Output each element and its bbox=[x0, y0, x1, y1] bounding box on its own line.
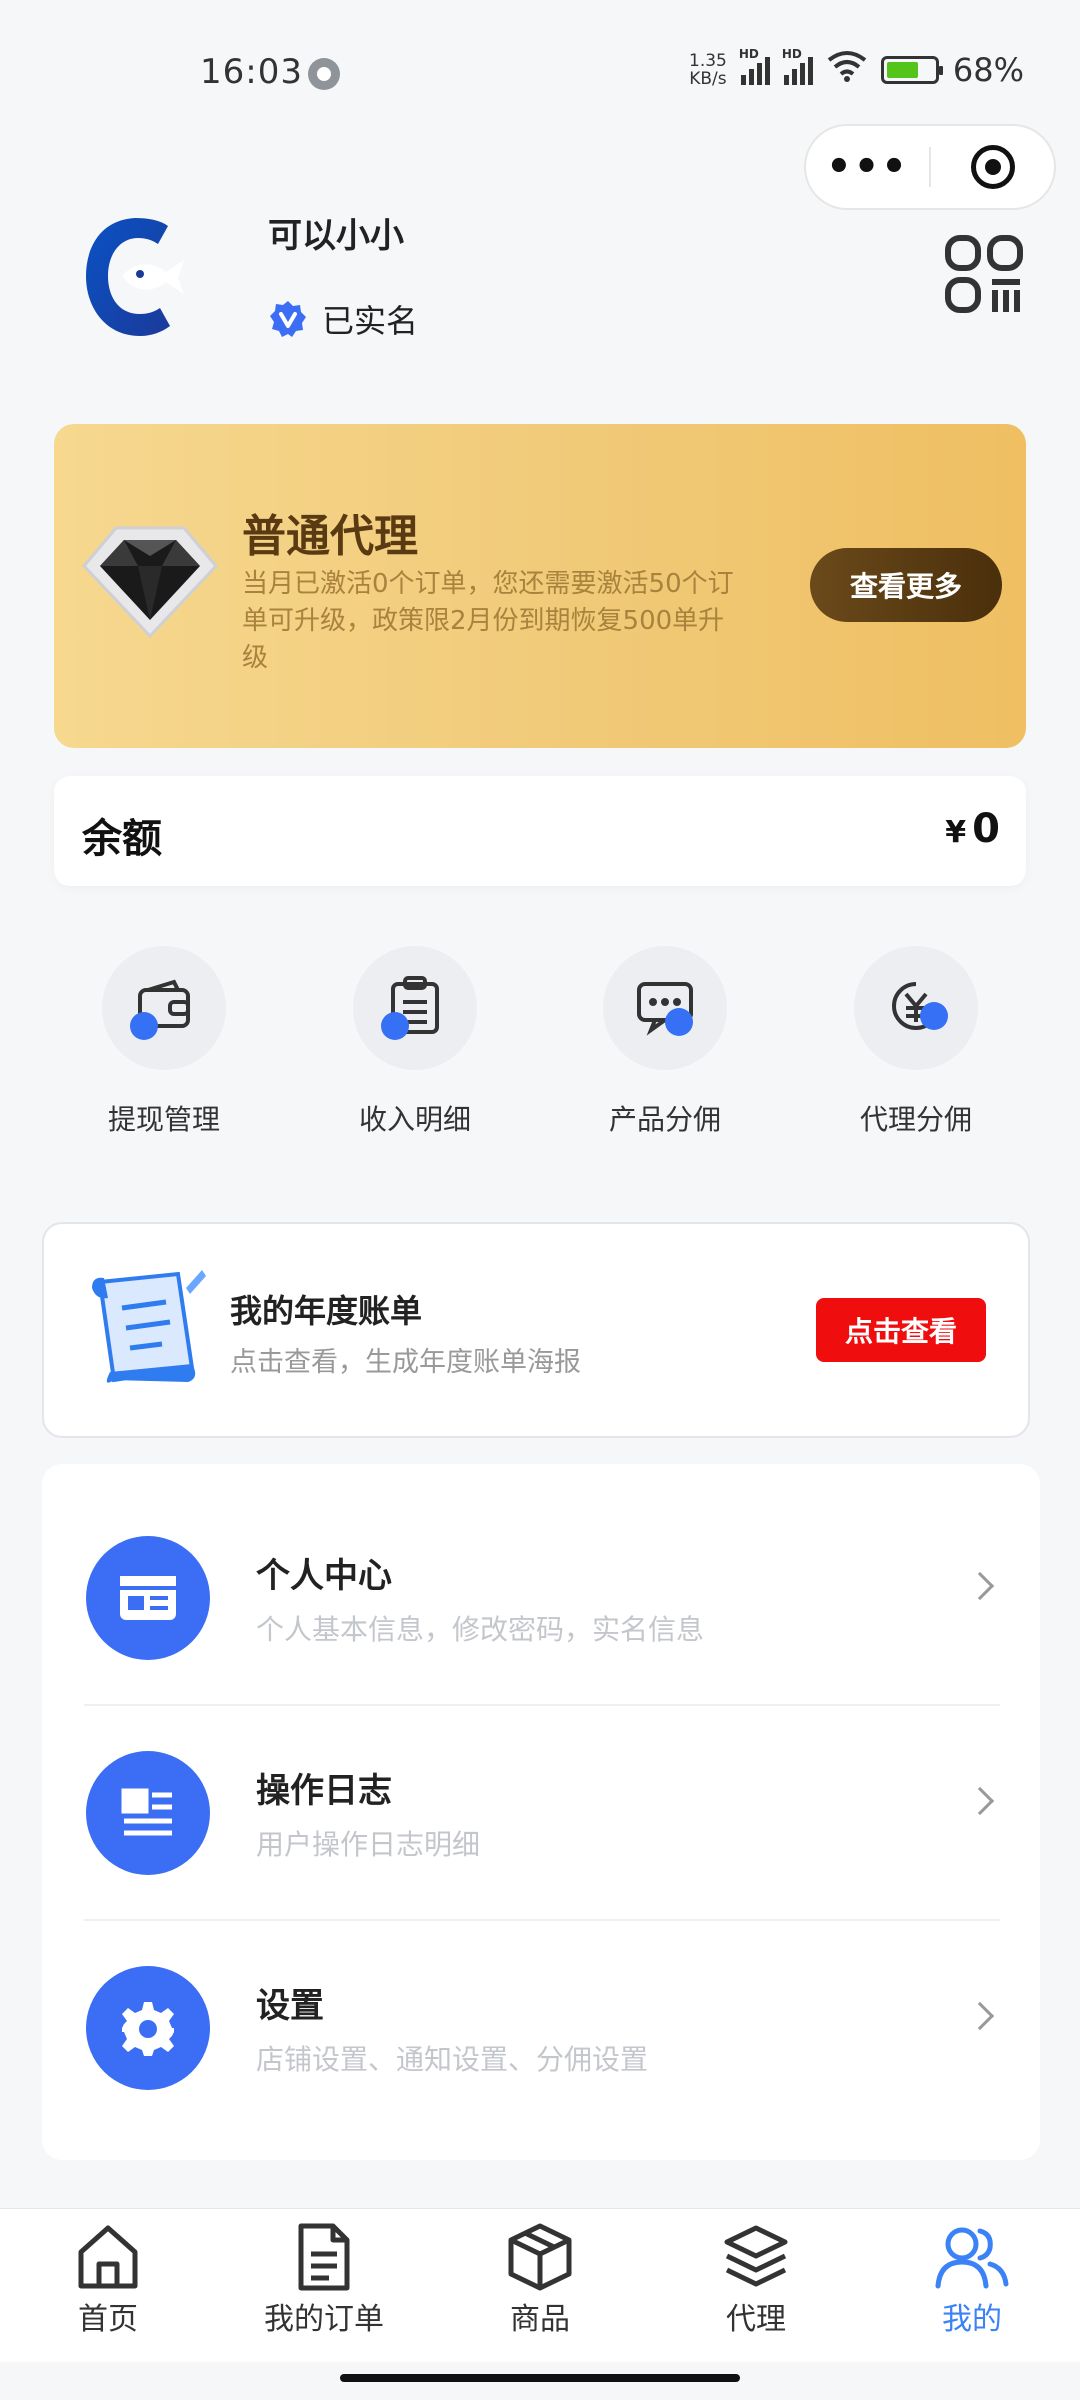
annual-bill-subtitle: 点击查看，生成年度账单海报 bbox=[230, 1347, 581, 1378]
menu-item-settings[interactable]: 设置 店铺设置、通知设置、分佣设置 bbox=[42, 1896, 1040, 2110]
quick-action-product-commission[interactable]: 产品分佣 bbox=[555, 946, 775, 1138]
log-icon bbox=[121, 1788, 172, 1836]
agent-level-description: 当月已激活0个订单，您还需要激活50个订单可升级，政策限2月份到期恢复500单升… bbox=[242, 569, 734, 673]
chevron-right-icon bbox=[965, 1786, 995, 1816]
diamond-icon bbox=[80, 520, 220, 640]
layers-icon bbox=[724, 2225, 788, 2287]
menu-item-personal-center[interactable]: 个人中心 个人基本信息，修改密码，实名信息 bbox=[42, 1466, 1040, 1680]
miniprogram-capsule: ••• bbox=[804, 124, 1056, 210]
menu-item-operation-log[interactable]: 操作日志 用户操作日志明细 bbox=[42, 1681, 1040, 1895]
wifi-icon bbox=[827, 50, 867, 90]
verified-badge-icon bbox=[270, 301, 306, 337]
close-miniprogram-button[interactable] bbox=[931, 145, 1054, 189]
agent-level-title: 普通代理 bbox=[242, 511, 418, 562]
signal-icon: HD bbox=[782, 47, 813, 85]
quick-action-withdraw[interactable]: 提现管理 bbox=[54, 946, 274, 1138]
quick-action-income[interactable]: 收入明细 bbox=[305, 946, 525, 1138]
verified-label: 已实名 bbox=[322, 302, 419, 340]
document-icon bbox=[298, 2223, 350, 2291]
home-icon bbox=[78, 2225, 138, 2289]
avatar[interactable] bbox=[80, 212, 190, 342]
tab-home[interactable]: 首页 bbox=[0, 2222, 216, 2338]
chevron-right-icon bbox=[965, 2001, 995, 2031]
view-more-button[interactable]: 查看更多 bbox=[810, 548, 1002, 622]
tab-products[interactable]: 商品 bbox=[432, 2222, 648, 2338]
battery-percent: 68% bbox=[952, 51, 1024, 89]
scroll-icon bbox=[82, 1268, 212, 1394]
tab-my-orders[interactable]: 我的订单 bbox=[216, 2222, 432, 2338]
balance-card[interactable] bbox=[54, 776, 1026, 886]
verified-status: 已实名 bbox=[268, 296, 418, 342]
view-bill-button[interactable]: 点击查看 bbox=[816, 1298, 986, 1362]
more-options-button[interactable]: ••• bbox=[806, 144, 929, 190]
users-icon bbox=[935, 2227, 1009, 2289]
annual-bill-title: 我的年度账单 bbox=[230, 1292, 423, 1330]
target-icon bbox=[970, 145, 1015, 189]
id-card-icon bbox=[120, 1576, 176, 1620]
qr-code-icon[interactable] bbox=[944, 234, 1024, 314]
battery-icon bbox=[880, 56, 943, 84]
box-icon bbox=[508, 2223, 572, 2291]
status-indicators: 1.35 KB/s HD HD 68% bbox=[689, 47, 1024, 90]
settings-status-icon bbox=[308, 58, 340, 90]
network-speed: 1.35 KB/s bbox=[689, 51, 727, 89]
balance-value: ¥0 bbox=[945, 806, 1000, 852]
signal-icon: HD bbox=[739, 47, 770, 85]
home-indicator bbox=[340, 2374, 740, 2382]
gear-icon bbox=[122, 2002, 174, 2056]
username: 可以小小 bbox=[268, 216, 404, 256]
tab-mine[interactable]: 我的 bbox=[864, 2222, 1080, 2338]
quick-action-agent-commission[interactable]: 代理分佣 bbox=[806, 946, 1026, 1138]
status-time: 16:03 bbox=[200, 52, 303, 92]
tab-agent[interactable]: 代理 bbox=[648, 2222, 864, 2338]
balance-label: 余额 bbox=[82, 816, 162, 862]
chevron-right-icon bbox=[965, 1571, 995, 1601]
